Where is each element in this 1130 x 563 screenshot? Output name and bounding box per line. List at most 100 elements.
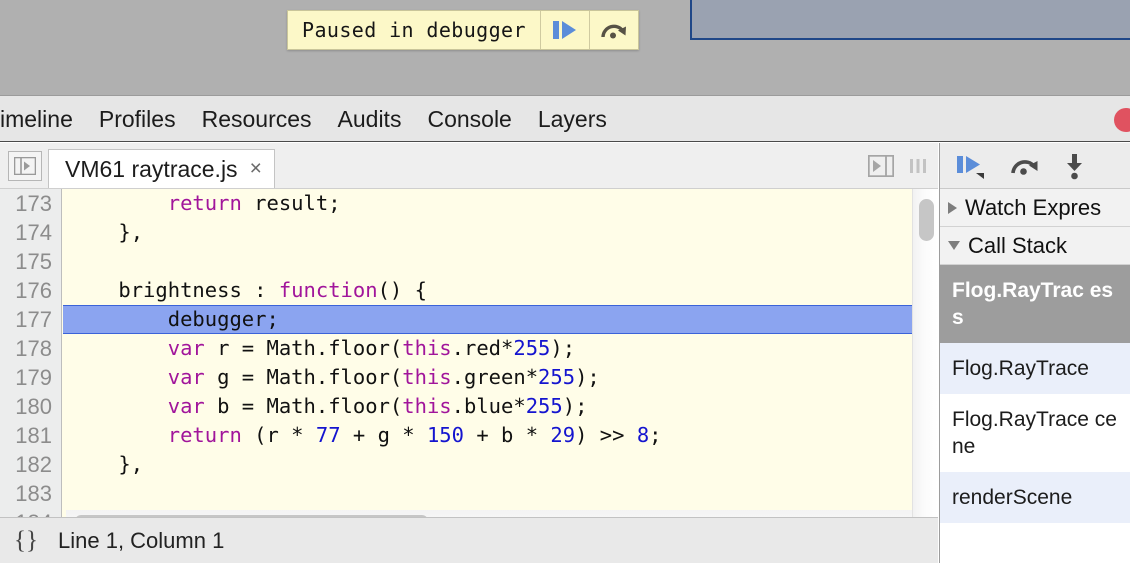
highlighted-dom-node xyxy=(690,0,1130,40)
code-token: var xyxy=(168,365,205,389)
code-token: this xyxy=(402,336,451,360)
call-stack-list: Flog.RayTrac essFlog.RayTraceFlog.RayTra… xyxy=(940,265,1130,523)
file-tabstrip-actions xyxy=(868,143,938,188)
code-line[interactable]: brightness : function() { xyxy=(63,276,938,305)
tab-audits[interactable]: Audits xyxy=(325,97,415,141)
code-line[interactable]: }, xyxy=(63,450,938,479)
code-token: this xyxy=(402,394,451,418)
resume-script-button-sidebar[interactable] xyxy=(954,152,988,180)
line-number[interactable]: 179 xyxy=(0,363,61,392)
code-token: return xyxy=(168,191,242,215)
error-count-badge[interactable] xyxy=(1114,108,1130,132)
line-number[interactable]: 175 xyxy=(0,247,61,276)
call-stack-label: Call Stack xyxy=(968,233,1067,259)
code-token: + g * xyxy=(341,423,427,447)
line-number[interactable]: 178 xyxy=(0,334,61,363)
step-over-button-sidebar[interactable] xyxy=(1010,153,1040,179)
code-token: ); xyxy=(575,365,600,389)
inspected-page-viewport: Paused in debugger xyxy=(0,0,1130,96)
editor-status-bar: {} Line 1, Column 1 xyxy=(0,517,938,563)
line-number[interactable]: 181 xyxy=(0,421,61,450)
resume-script-icon xyxy=(550,18,580,42)
code-token: .blue* xyxy=(452,394,526,418)
tab-timeline[interactable]: imeline xyxy=(0,97,86,141)
step-into-button-sidebar[interactable] xyxy=(1062,152,1088,180)
code-token: 8 xyxy=(637,423,649,447)
show-debugger-sidebar-icon xyxy=(868,155,894,177)
line-number-gutter: 173174175176177178179180181182183184185 xyxy=(0,189,62,534)
editor-vertical-scrollbar[interactable] xyxy=(912,189,938,534)
code-line[interactable] xyxy=(63,247,938,276)
code-token: result; xyxy=(242,191,341,215)
code-token: debugger; xyxy=(69,307,279,331)
sources-panel: VM61 raytrace.js × 1731741751761771 xyxy=(0,143,938,563)
code-line[interactable]: }, xyxy=(63,218,938,247)
tab-resources[interactable]: Resources xyxy=(189,97,325,141)
code-line[interactable]: return result; xyxy=(63,189,938,218)
code-token: 255 xyxy=(538,365,575,389)
code-line[interactable]: var b = Math.floor(this.blue*255); xyxy=(63,392,938,421)
line-number[interactable]: 183 xyxy=(0,479,61,508)
paused-in-debugger-label: Paused in debugger xyxy=(288,11,540,49)
code-token: .red* xyxy=(452,336,514,360)
code-token xyxy=(69,191,168,215)
step-over-icon xyxy=(1010,153,1040,179)
line-number[interactable]: 180 xyxy=(0,392,61,421)
devtools-panel-tabs: imeline Profiles Resources Audits Consol… xyxy=(0,96,1130,142)
code-token: ; xyxy=(649,423,661,447)
step-over-button[interactable] xyxy=(589,11,638,49)
code-token: brightness : xyxy=(69,278,279,302)
call-stack-item[interactable]: Flog.RayTrac ess xyxy=(940,265,1130,343)
code-token: return xyxy=(168,423,242,447)
code-token xyxy=(69,394,168,418)
code-token: function xyxy=(279,278,378,302)
code-token: this xyxy=(402,365,451,389)
code-line[interactable] xyxy=(63,479,938,508)
show-debugger-sidebar-button[interactable] xyxy=(868,155,894,177)
file-tab-label: VM61 raytrace.js xyxy=(65,156,238,183)
watch-expressions-section[interactable]: Watch Expres xyxy=(940,189,1130,227)
code-token: 255 xyxy=(513,336,550,360)
code-token: () { xyxy=(378,278,427,302)
code-token: 29 xyxy=(550,423,575,447)
show-navigator-button[interactable] xyxy=(8,151,42,181)
code-token xyxy=(69,365,168,389)
code-line[interactable]: var g = Math.floor(this.green*255); xyxy=(63,363,938,392)
close-icon[interactable]: × xyxy=(250,157,262,181)
call-stack-item[interactable]: Flog.RayTrace xyxy=(940,343,1130,394)
tab-console[interactable]: Console xyxy=(414,97,524,141)
code-token: }, xyxy=(69,220,143,244)
code-token xyxy=(69,336,168,360)
code-token: b = Math.floor( xyxy=(205,394,402,418)
code-line-execution-paused[interactable]: debugger; xyxy=(63,305,938,334)
code-token: }, xyxy=(69,452,143,476)
chevron-right-icon xyxy=(948,202,957,214)
editor-vertical-scrollbar-thumb[interactable] xyxy=(919,199,934,241)
line-number[interactable]: 174 xyxy=(0,218,61,247)
more-options-button[interactable] xyxy=(908,156,928,176)
call-stack-item[interactable]: Flog.RayTrace cene xyxy=(940,394,1130,472)
file-tab-raytrace-js[interactable]: VM61 raytrace.js × xyxy=(48,149,275,188)
code-editor[interactable]: 173174175176177178179180181182183184185 … xyxy=(0,189,938,534)
line-number[interactable]: 177 xyxy=(0,305,61,334)
call-stack-item[interactable]: renderScene xyxy=(940,472,1130,523)
debugger-sidebar: Watch Expres Call Stack Flog.RayTrac ess… xyxy=(939,143,1130,563)
code-line[interactable]: var r = Math.floor(this.red*255); xyxy=(63,334,938,363)
resume-script-icon xyxy=(954,152,988,180)
step-into-icon xyxy=(1062,152,1088,180)
line-number[interactable]: 176 xyxy=(0,276,61,305)
line-number[interactable]: 182 xyxy=(0,450,61,479)
code-token: 150 xyxy=(427,423,464,447)
code-token: ); xyxy=(563,394,588,418)
code-line[interactable]: return (r * 77 + g * 150 + b * 29) >> 8; xyxy=(63,421,938,450)
tab-profiles[interactable]: Profiles xyxy=(86,97,189,141)
line-number[interactable]: 173 xyxy=(0,189,61,218)
resume-script-button[interactable] xyxy=(540,11,589,49)
code-token: ) >> xyxy=(575,423,637,447)
show-navigator-icon xyxy=(14,157,36,175)
code-lines[interactable]: return result; }, brightness : function(… xyxy=(63,189,938,534)
pretty-print-icon[interactable]: {} xyxy=(14,527,38,555)
call-stack-section[interactable]: Call Stack xyxy=(940,227,1130,265)
tab-layers[interactable]: Layers xyxy=(525,97,620,141)
code-token: + b * xyxy=(464,423,550,447)
